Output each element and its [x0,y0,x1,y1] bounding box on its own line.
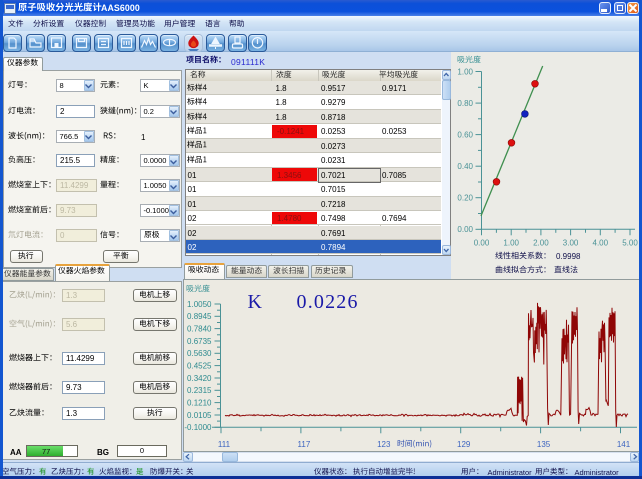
svg-text:2.00: 2.00 [533,238,549,247]
svg-text:0.20: 0.20 [457,194,473,203]
svg-text:0.80: 0.80 [457,99,473,108]
svg-text:0.00: 0.00 [474,238,490,247]
svg-text:4.00: 4.00 [593,238,609,247]
svg-text:1.00: 1.00 [457,67,473,76]
svg-text:5.00: 5.00 [622,238,638,247]
svg-text:3.00: 3.00 [563,238,579,247]
svg-text:1.00: 1.00 [503,238,519,247]
svg-text:0.40: 0.40 [457,162,473,171]
svg-text:0.00: 0.00 [457,225,473,234]
svg-text:0.60: 0.60 [457,130,473,139]
